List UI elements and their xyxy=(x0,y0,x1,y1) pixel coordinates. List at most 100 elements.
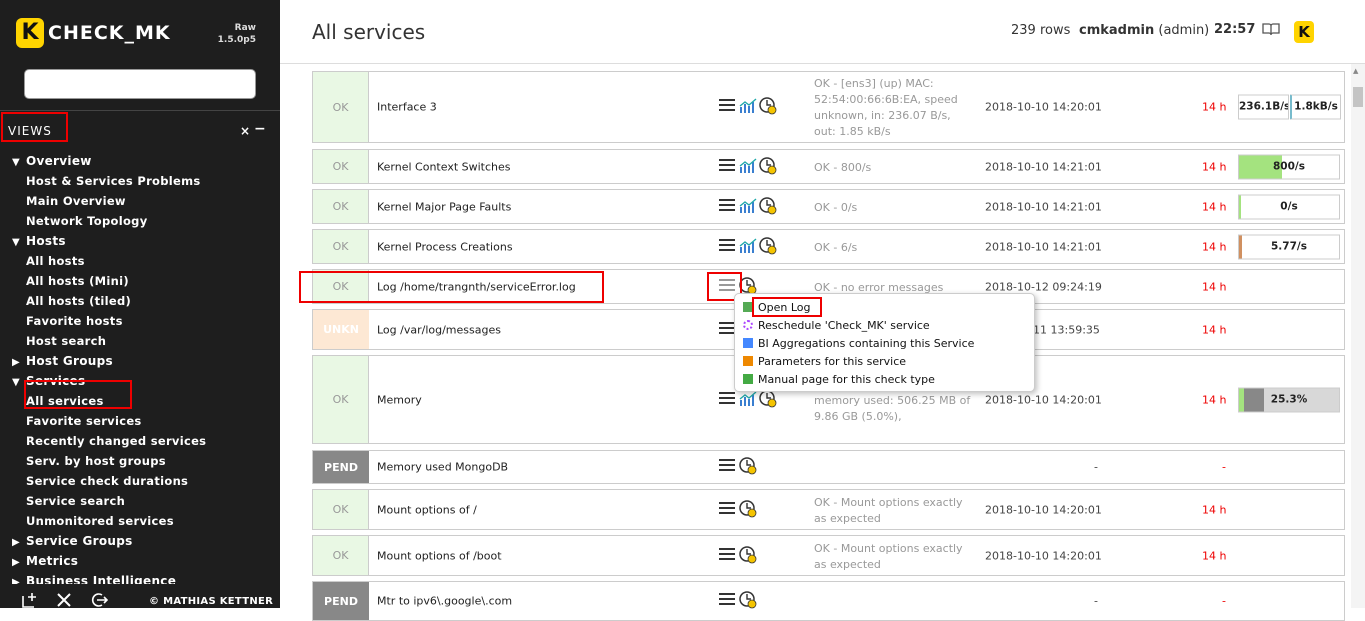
service-name[interactable]: Kernel Context Switches xyxy=(377,160,511,173)
collapsed-triangle-icon[interactable]: ▶ xyxy=(12,357,26,368)
popup-item-label: Manual page for this check type xyxy=(758,373,935,386)
expanded-triangle-icon[interactable]: ▼ xyxy=(12,157,26,168)
action-menu-icon[interactable] xyxy=(719,238,735,253)
sidebar-item-all-hosts-mini[interactable]: All hosts (Mini) xyxy=(26,274,129,288)
copyright[interactable]: © MATHIAS KETTNER xyxy=(149,596,273,607)
tools-icon[interactable] xyxy=(56,592,72,608)
perfometer[interactable]: 25.3% xyxy=(1238,387,1340,412)
nav-group-label: Host Groups xyxy=(26,354,113,368)
service-name[interactable]: Mtr to ipv6\.google\.com xyxy=(377,595,512,608)
collapsed-triangle-icon[interactable]: ▶ xyxy=(12,557,26,568)
service-name[interactable]: Memory xyxy=(377,393,422,406)
action-menu-icon[interactable] xyxy=(719,593,735,607)
action-menu-icon[interactable] xyxy=(719,501,735,516)
graph-icon[interactable] xyxy=(739,98,757,114)
user-info[interactable]: cmkadmin (admin) xyxy=(1079,23,1209,38)
graph-icon[interactable] xyxy=(739,390,757,407)
popup-item-bi-aggregations-containing-this-service[interactable]: BI Aggregations containing this Service xyxy=(743,337,974,350)
action-menu-icon[interactable] xyxy=(719,459,735,473)
perfometer[interactable]: 0/s xyxy=(1238,194,1340,219)
service-name[interactable]: Mount options of /boot xyxy=(377,549,502,562)
service-name[interactable]: Interface 3 xyxy=(377,101,437,114)
service-name[interactable]: Memory used MongoDB xyxy=(377,461,508,474)
sidebar-item-network-topology[interactable]: Network Topology xyxy=(26,214,148,228)
summary-line: OK - 0/s xyxy=(814,201,858,214)
checkmk-logo-icon[interactable]: K xyxy=(16,18,44,48)
sidebar-item-host-services-problems[interactable]: Host & Services Problems xyxy=(26,174,201,188)
service-name[interactable]: Kernel Major Page Faults xyxy=(377,200,511,213)
check-period-clock-icon[interactable] xyxy=(739,499,757,518)
sidebar-item-service-search[interactable]: Service search xyxy=(26,494,125,508)
minimize-icon[interactable]: − xyxy=(254,121,266,137)
service-summary: OK - 800/s xyxy=(814,160,871,176)
perfometer[interactable]: 800/s xyxy=(1238,154,1340,179)
nav-group-host-groups[interactable]: ▶ Host Groups xyxy=(12,354,113,368)
sidebar-item-main-overview[interactable]: Main Overview xyxy=(26,194,126,208)
nav-group-metrics[interactable]: ▶ Metrics xyxy=(12,554,78,568)
check-period-clock-icon[interactable] xyxy=(759,156,777,175)
scroll-up-icon[interactable]: ▲ xyxy=(1353,67,1358,75)
sidebar-item-unmonitored-services[interactable]: Unmonitored services xyxy=(26,514,174,528)
user-role: (admin) xyxy=(1158,23,1210,38)
nav-group-service-groups[interactable]: ▶ Service Groups xyxy=(12,534,133,548)
sidebar-item-service-check-durations[interactable]: Service check durations xyxy=(26,474,188,488)
check-period-clock-icon[interactable] xyxy=(739,457,757,475)
sidebar-item-host-search[interactable]: Host search xyxy=(26,334,106,348)
action-menu-icon[interactable] xyxy=(719,547,735,562)
graph-icon[interactable] xyxy=(739,197,757,214)
check-period-clock-icon[interactable] xyxy=(759,236,777,255)
action-menu-icon[interactable] xyxy=(719,99,735,113)
perfometer-right[interactable]: 1.8kB/s xyxy=(1290,94,1341,120)
popup-item-manual-page-for-this-check-type[interactable]: Manual page for this check type xyxy=(743,373,935,386)
check-period-clock-icon[interactable] xyxy=(739,591,757,609)
action-menu-icon[interactable] xyxy=(719,321,735,336)
service-summary: OK - 6/s xyxy=(814,240,857,256)
check-period-clock-icon[interactable] xyxy=(759,196,777,215)
check-period-clock-icon[interactable] xyxy=(759,97,777,115)
popup-item-parameters-for-this-service[interactable]: Parameters for this service xyxy=(743,355,906,368)
highlight-views xyxy=(1,112,68,142)
scrollbar-thumb[interactable] xyxy=(1353,87,1363,107)
close-icon[interactable]: × xyxy=(240,124,250,138)
graph-icon[interactable] xyxy=(739,157,757,174)
last-check-time: 11 13:59:35 xyxy=(1033,323,1100,336)
sidebar-item-favorite-services[interactable]: Favorite services xyxy=(26,414,142,428)
add-snapin-icon[interactable] xyxy=(22,592,40,608)
logout-icon[interactable] xyxy=(90,592,109,608)
sidebar-item-all-hosts-tiled[interactable]: All hosts (tiled) xyxy=(26,294,131,308)
state-badge: OK xyxy=(313,230,369,263)
popup-item-reschedule-check-mk-service[interactable]: Reschedule 'Check_MK' service xyxy=(743,319,930,332)
check-period-clock-icon[interactable] xyxy=(759,389,777,408)
sidebar-search-input[interactable] xyxy=(24,69,256,99)
book-icon[interactable] xyxy=(1262,22,1280,40)
state-badge: OK xyxy=(313,536,369,575)
nav-group-overview[interactable]: ▼ Overview xyxy=(12,154,92,168)
check-period-clock-icon[interactable] xyxy=(739,545,757,564)
perfometer-left[interactable]: 236.1B/s xyxy=(1238,94,1289,120)
nav-group-hosts[interactable]: ▼ Hosts xyxy=(12,234,66,248)
last-check-time: 2018-10-10 14:21:01 xyxy=(985,160,1102,173)
summary-line: 9.86 GB (5.0%), xyxy=(814,410,902,423)
expanded-triangle-icon[interactable]: ▼ xyxy=(12,237,26,248)
service-name[interactable]: Log /var/log/messages xyxy=(377,323,501,336)
perfometer[interactable]: 5.77/s xyxy=(1238,234,1340,259)
summary-line: 52:54:00:66:6B:EA, speed xyxy=(814,93,958,106)
state-badge: OK xyxy=(313,190,369,223)
checkmk-k-icon[interactable]: K xyxy=(1294,21,1314,43)
state-badge: OK xyxy=(313,150,369,183)
table-row: PEND Memory used MongoDB - - xyxy=(312,450,1345,484)
action-menu-icon[interactable] xyxy=(719,198,735,213)
last-check-time: 2018-10-10 14:20:01 xyxy=(985,393,1102,406)
action-menu-icon[interactable] xyxy=(719,391,735,406)
collapsed-triangle-icon[interactable]: ▶ xyxy=(12,537,26,548)
sidebar-item-recently-changed-services[interactable]: Recently changed services xyxy=(26,434,206,448)
service-name[interactable]: Kernel Process Creations xyxy=(377,240,513,253)
sidebar-item-all-hosts[interactable]: All hosts xyxy=(26,254,85,268)
scrollbar[interactable] xyxy=(1351,64,1365,608)
action-menu-icon[interactable] xyxy=(719,158,735,173)
sidebar-item-favorite-hosts[interactable]: Favorite hosts xyxy=(26,314,123,328)
brand-name[interactable]: CHECK_MK xyxy=(48,22,171,44)
sidebar-item-serv-by-host-groups[interactable]: Serv. by host groups xyxy=(26,454,166,468)
service-name[interactable]: Mount options of / xyxy=(377,503,477,516)
graph-icon[interactable] xyxy=(739,237,757,254)
